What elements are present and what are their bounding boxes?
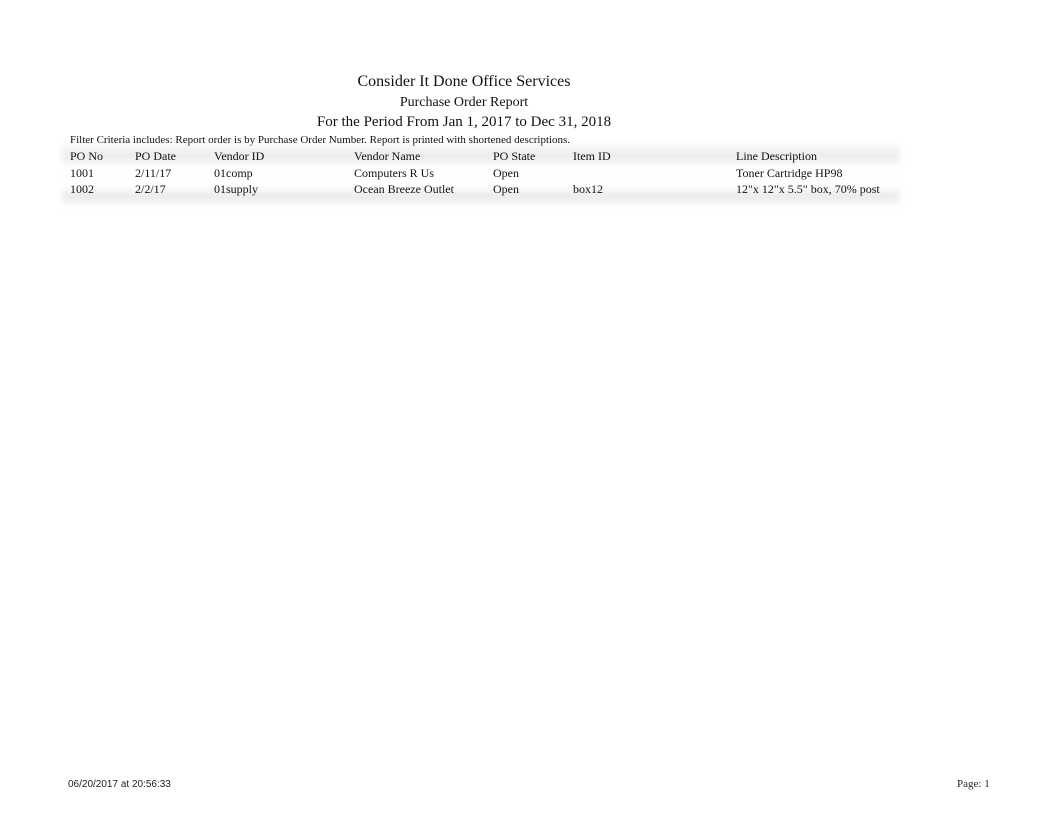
table-row: 1001 2/11/17 01comp Computers R Us Open … bbox=[0, 166, 1062, 182]
company-name: Consider It Done Office Services bbox=[357, 73, 571, 90]
column-header-po-date: PO Date bbox=[135, 149, 176, 163]
cell-vendor-name: Computers R Us bbox=[354, 166, 435, 180]
column-header-vendor-id: Vendor ID bbox=[214, 149, 265, 163]
column-header-po-state: PO State bbox=[493, 149, 536, 163]
cell-vendor-id: 01comp bbox=[214, 166, 253, 180]
cell-line-description: 12"x 12"x 5.5" box, 70% post bbox=[736, 182, 880, 196]
report-period: For the Period From Jan 1, 2017 to Dec 3… bbox=[316, 114, 612, 130]
column-header-po-no: PO No bbox=[70, 149, 104, 163]
cell-item-id: box12 bbox=[573, 182, 603, 196]
footer-page-number: Page: 1 bbox=[957, 778, 990, 790]
cell-po-no: 1002 bbox=[70, 182, 94, 196]
cell-po-state: Open bbox=[493, 166, 519, 180]
footer-printed-timestamp: 06/20/2017 at 20:56:33 bbox=[68, 779, 171, 790]
cell-vendor-name: Ocean Breeze Outlet bbox=[354, 182, 454, 196]
cell-po-date: 2/11/17 bbox=[135, 166, 172, 180]
cell-po-state: Open bbox=[493, 182, 519, 196]
report-title: Purchase Order Report bbox=[399, 95, 529, 110]
cell-po-date: 2/2/17 bbox=[135, 182, 166, 196]
cell-vendor-id: 01supply bbox=[214, 182, 259, 196]
cell-line-description: Toner Cartridge HP98 bbox=[736, 166, 843, 180]
cell-po-no: 1001 bbox=[70, 166, 94, 180]
column-header-line-description: Line Description bbox=[736, 149, 817, 163]
column-header-item-id: Item ID bbox=[573, 149, 611, 163]
table-row: 1002 2/2/17 01supply Ocean Breeze Outlet… bbox=[0, 182, 1062, 198]
filter-criteria: Filter Criteria includes: Report order i… bbox=[70, 134, 571, 146]
column-header-vendor-name: Vendor Name bbox=[354, 149, 421, 163]
table-header-row: PO No PO Date Vendor ID Vendor Name PO S… bbox=[0, 149, 1062, 165]
